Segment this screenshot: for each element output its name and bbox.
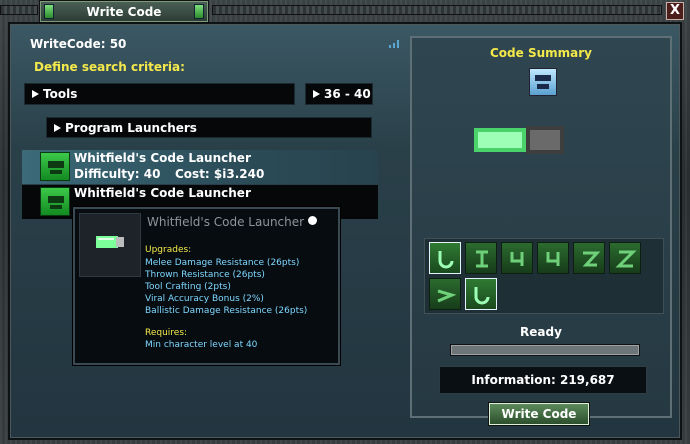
summary-mask-icon: [529, 68, 557, 96]
expand-arrow-icon: [32, 90, 39, 98]
level-range-dropdown[interactable]: 36 - 40: [305, 83, 373, 105]
write-code-skill-label: WriteCode: 50: [30, 37, 127, 51]
code-slot-grid: [424, 238, 664, 314]
signal-icon: [389, 40, 399, 48]
title-bar-decoration-right: [212, 5, 662, 15]
subcategory-dropdown[interactable]: Program Launchers: [46, 117, 372, 138]
title-tab: Write Code: [40, 1, 208, 22]
code-mask-icon: [40, 152, 70, 181]
tooltip-upgrade-line: Viral Accuracy Bonus (2%): [145, 294, 264, 304]
glyph-hook-icon: [474, 287, 490, 305]
subcategory-value: Program Launchers: [65, 121, 197, 135]
expand-arrow-icon: [313, 90, 320, 98]
code-slot[interactable]: [537, 242, 569, 274]
category-dropdown[interactable]: Tools: [24, 83, 295, 105]
code-slot[interactable]: [465, 242, 497, 274]
write-progress-bar: [450, 344, 640, 356]
code-summary-panel: Code Summary Ready Information: 219,687: [410, 36, 672, 418]
window-title: Write Code: [86, 5, 162, 19]
code-slot[interactable]: [573, 242, 605, 274]
glyph-z-icon: [582, 251, 601, 267]
glyph-hook-icon: [510, 252, 524, 266]
code-summary-title: Code Summary: [490, 46, 592, 60]
result-name: Whitfield's Code Launcher: [74, 151, 251, 165]
glyph-z-icon: [615, 250, 637, 268]
glyph-i-icon: [476, 250, 488, 268]
category-value: Tools: [43, 87, 78, 101]
glyph-hook-icon: [546, 252, 560, 266]
glyph-hook-icon: [438, 251, 454, 269]
title-bar-decoration-left: [0, 5, 38, 15]
item-tooltip: Whitfield's Code Launcher Upgrades: Mele…: [73, 207, 340, 365]
code-slot[interactable]: [465, 278, 497, 310]
result-row[interactable]: Whitfield's Code Launcher Difficulty: 40…: [22, 150, 378, 184]
tooltip-upgrade-line: Melee Damage Resistance (26pts): [145, 258, 300, 268]
glyph-bolt-icon: [437, 289, 457, 303]
tooltip-requires-value: Min character level at 40: [145, 340, 258, 350]
tooltip-upgrades-label: Upgrades:: [145, 245, 192, 255]
code-slot[interactable]: [429, 242, 461, 274]
tooltip-upgrade-line: Tool Crafting (2pts): [145, 282, 231, 292]
launcher-item-image: [79, 213, 141, 277]
result-difficulty: Difficulty: 40: [74, 167, 161, 181]
code-mask-icon: [40, 187, 70, 216]
tooltip-indicator-icon: [308, 216, 317, 225]
level-range-value: 36 - 40: [324, 87, 371, 101]
close-button[interactable]: X: [666, 2, 684, 20]
launcher-chip-icon: [474, 126, 564, 154]
information-value: Information: 219,687: [471, 373, 615, 387]
code-slot[interactable]: [501, 242, 533, 274]
write-code-button[interactable]: Write Code: [489, 403, 589, 425]
status-label: Ready: [520, 325, 562, 339]
expand-arrow-icon: [54, 124, 61, 132]
result-name: Whitfield's Code Launcher: [74, 186, 251, 200]
tooltip-upgrade-line: Thrown Resistance (26pts): [145, 270, 265, 280]
result-cost: Cost: $i3.240: [175, 167, 265, 181]
tooltip-upgrade-line: Ballistic Damage Resistance (26pts): [145, 306, 308, 316]
information-box: Information: 219,687: [439, 366, 647, 394]
tooltip-requires-label: Requires:: [145, 328, 188, 338]
tooltip-title: Whitfield's Code Launcher: [147, 215, 305, 229]
code-slot[interactable]: [609, 242, 641, 274]
code-slot[interactable]: [429, 278, 461, 310]
search-criteria-label: Define search criteria:: [34, 60, 185, 74]
